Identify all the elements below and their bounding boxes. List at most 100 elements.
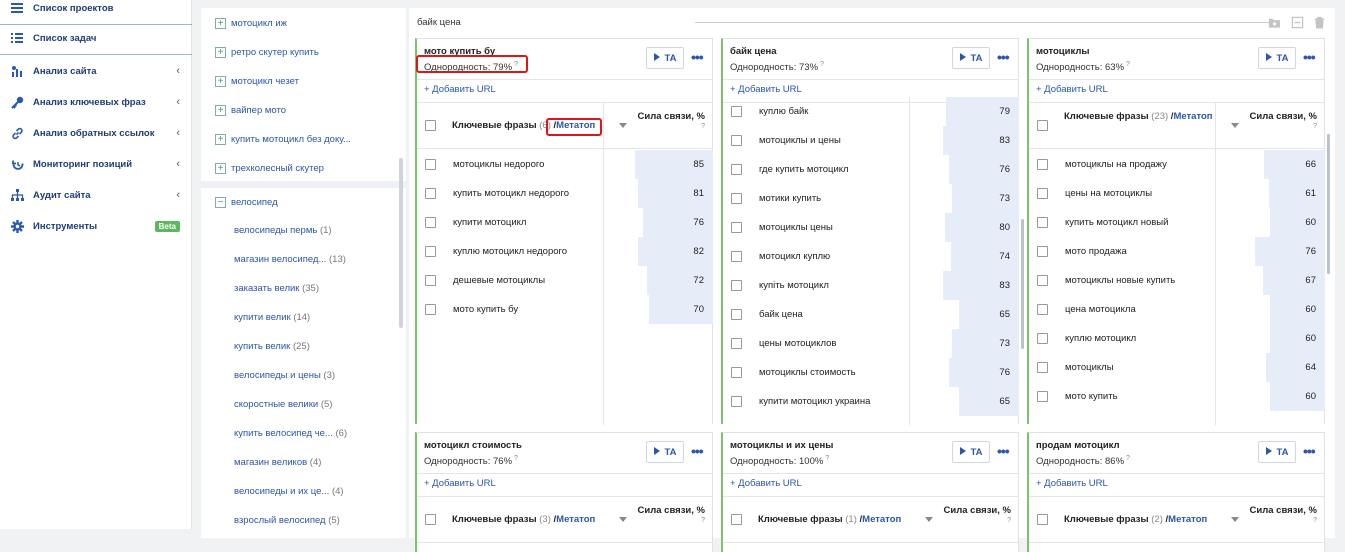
ta-button[interactable]: TA xyxy=(646,441,684,463)
row-checkbox[interactable] xyxy=(1037,159,1048,170)
select-all-checkbox[interactable] xyxy=(1037,514,1048,525)
trash-icon[interactable] xyxy=(1313,16,1326,29)
sidebar-item-history[interactable]: Мониторинг позиций ‹ xyxy=(0,149,192,179)
tree-child-item[interactable]: заказать велик (35) xyxy=(234,283,319,294)
metatop-link[interactable]: Метатоп xyxy=(1168,514,1207,525)
table-row[interactable]: куплю мотоцикл 60 xyxy=(1029,324,1325,353)
ta-button[interactable]: TA xyxy=(952,441,990,463)
sidebar-item-link[interactable]: Анализ обратных ссылок ‹ xyxy=(0,118,192,148)
collapse-icon[interactable]: − xyxy=(215,197,226,208)
card-scrollbar[interactable] xyxy=(1021,219,1024,349)
help-icon[interactable]: ? xyxy=(637,517,705,524)
table-row[interactable]: мотоциклы и цены 83 xyxy=(723,126,1019,155)
ta-button[interactable]: TA xyxy=(1258,441,1296,463)
add-url-link[interactable]: + Добавить URL xyxy=(1036,84,1108,95)
chevron-left-icon[interactable]: ‹ xyxy=(176,96,180,108)
tree-child-item[interactable]: велосипеды и их це... (4) xyxy=(234,486,344,497)
more-menu-icon[interactable]: ••• xyxy=(997,49,1010,65)
force-column-header[interactable]: Сила связи, %? xyxy=(637,111,706,130)
chevron-left-icon[interactable]: ‹ xyxy=(176,158,180,170)
expand-icon[interactable]: + xyxy=(215,163,226,174)
select-all-checkbox[interactable] xyxy=(425,120,436,131)
row-checkbox[interactable] xyxy=(731,396,742,407)
tree-child-item[interactable]: велосипеды пермь (1) xyxy=(234,225,332,236)
metatop-link[interactable]: Метатоп xyxy=(862,514,901,525)
add-url-link[interactable]: + Добавить URL xyxy=(424,478,496,489)
table-row[interactable]: мотоцикл куплю 74 xyxy=(723,242,1019,271)
add-url-link[interactable]: + Добавить URL xyxy=(730,84,802,95)
row-checkbox[interactable] xyxy=(731,338,742,349)
select-all-checkbox[interactable] xyxy=(731,514,742,525)
tree-child-item[interactable]: купить велик (25) xyxy=(234,341,310,352)
row-checkbox[interactable] xyxy=(1037,217,1048,228)
table-row[interactable]: цены мотоциклов 73 xyxy=(723,329,1019,358)
sort-arrow-icon[interactable] xyxy=(925,517,933,522)
ta-button[interactable]: TA xyxy=(1258,47,1296,69)
tree-group[interactable]: + мотоцикл иж xyxy=(201,9,406,38)
row-checkbox[interactable] xyxy=(425,217,436,228)
tree-group[interactable]: + ретро скутер купить xyxy=(201,38,406,67)
table-row[interactable]: купить мотоцикл недорого 81 xyxy=(417,179,713,208)
help-icon[interactable]: ? xyxy=(1126,61,1130,68)
tree-group-expanded[interactable]: − велосипед xyxy=(201,188,406,217)
table-row[interactable]: мотики купить 73 xyxy=(723,184,1019,213)
table-row[interactable]: где купить мотоцикл 76 xyxy=(723,155,1019,184)
sidebar-item-key[interactable]: Анализ ключевых фраз ‹ xyxy=(0,87,192,117)
force-column-header[interactable]: Сила связи, %? xyxy=(1249,111,1318,130)
help-icon[interactable]: ? xyxy=(825,455,829,462)
row-checkbox[interactable] xyxy=(1037,304,1048,315)
ta-button[interactable]: TA xyxy=(952,47,990,69)
chevron-left-icon[interactable]: ‹ xyxy=(176,127,180,139)
tree-group[interactable]: + купить мотоцикл без доку... xyxy=(201,125,406,154)
row-checkbox[interactable] xyxy=(731,135,742,146)
keywords-column-header[interactable]: Ключевые фразы (2) /Метатоп xyxy=(1064,514,1207,525)
select-all-checkbox[interactable] xyxy=(425,514,436,525)
expand-icon[interactable]: + xyxy=(215,47,226,58)
tree-child-item[interactable]: магазин великов (4) xyxy=(234,457,321,468)
help-icon[interactable]: ? xyxy=(943,517,1011,524)
row-checkbox[interactable] xyxy=(731,251,742,262)
help-icon[interactable]: ? xyxy=(820,61,824,68)
select-all-checkbox[interactable] xyxy=(1037,120,1048,131)
tree-child-item[interactable]: купить велосипед че... (6) xyxy=(234,428,347,439)
sidebar-item-sitemap[interactable]: Аудит сайта ‹ xyxy=(0,180,192,210)
sort-arrow-icon[interactable] xyxy=(1231,517,1239,522)
row-checkbox[interactable] xyxy=(731,193,742,204)
tree-child-item[interactable]: купити велик (14) xyxy=(234,312,310,323)
expand-icon[interactable]: + xyxy=(215,76,226,87)
keywords-column-header[interactable]: Ключевые фразы (23) /Метатоп xyxy=(1064,111,1214,122)
table-row[interactable]: мото купить 60 xyxy=(1029,382,1325,411)
sidebar-item-gear[interactable]: Инструменты Beta xyxy=(0,211,192,241)
sidebar-item-list[interactable]: Список проектов xyxy=(0,0,192,23)
table-row[interactable]: дешевые мотоциклы 72 xyxy=(417,266,713,295)
card-scrollbar[interactable] xyxy=(1327,134,1330,274)
tree-group[interactable]: + трехколесный скутер xyxy=(201,154,406,183)
add-url-link[interactable]: + Добавить URL xyxy=(730,478,802,489)
force-column-header[interactable]: Сила связи, %? xyxy=(943,505,1012,524)
row-checkbox[interactable] xyxy=(1037,391,1048,402)
add-folder-icon[interactable] xyxy=(1268,16,1281,29)
sort-arrow-icon[interactable] xyxy=(1231,123,1239,128)
metatop-link[interactable]: Метатоп xyxy=(556,514,595,525)
table-row[interactable]: цена мотоцикла 60 xyxy=(1029,295,1325,324)
row-checkbox[interactable] xyxy=(1037,188,1048,199)
table-row[interactable]: байк цена 65 xyxy=(723,300,1019,329)
expand-icon[interactable]: + xyxy=(215,18,226,29)
tree-child-item[interactable]: магазин велосипед... (13) xyxy=(234,254,346,265)
more-menu-icon[interactable]: ••• xyxy=(1303,443,1316,459)
tree-group[interactable]: + мотоцикл чезет xyxy=(201,67,406,96)
tree-child-item[interactable]: взрослый велосипед (5) xyxy=(234,515,340,526)
chevron-left-icon[interactable]: ‹ xyxy=(176,189,180,201)
row-checkbox[interactable] xyxy=(731,106,742,117)
row-checkbox[interactable] xyxy=(425,246,436,257)
table-row[interactable]: купить мотоцикл новый 60 xyxy=(1029,208,1325,237)
more-menu-icon[interactable]: ••• xyxy=(1303,49,1316,65)
add-url-link[interactable]: + Добавить URL xyxy=(1036,478,1108,489)
sort-arrow-icon[interactable] xyxy=(619,517,627,522)
table-row[interactable]: цены на мотоциклы 61 xyxy=(1029,179,1325,208)
table-row[interactable]: купити мотоцикл 76 xyxy=(417,208,713,237)
help-icon[interactable]: ? xyxy=(637,123,705,130)
row-checkbox[interactable] xyxy=(1037,275,1048,286)
table-row[interactable]: мотоциклы стоимость 76 xyxy=(723,358,1019,387)
table-row[interactable]: мотоциклы новые купить 67 xyxy=(1029,266,1325,295)
